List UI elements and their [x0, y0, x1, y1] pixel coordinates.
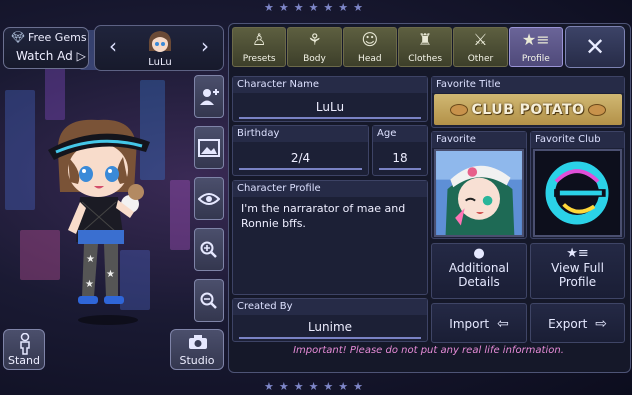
export-button[interactable]: Export ⇨ [530, 303, 625, 343]
shirt-icon: ♜ [417, 30, 433, 49]
jacket-icon: ⚘ [307, 30, 322, 49]
favorite-club-label: Favorite Club [531, 132, 624, 148]
age-input[interactable]: 18 [379, 148, 421, 170]
zoom-out-button[interactable] [194, 279, 224, 322]
character-profile-textarea[interactable]: I'm the narrarator of mae and Ronnie bff… [241, 201, 426, 231]
free-gems-label: Free Gems [27, 31, 87, 44]
character-name-label: Character Name [233, 77, 427, 93]
diamond-icon: 💎︎ [11, 31, 25, 44]
import-label: Import [449, 317, 490, 331]
top-stars-decoration: ★★★★★★★ [263, 1, 369, 14]
privacy-warning: Important! Please do not put any real li… [293, 345, 564, 356]
camera-icon [189, 335, 207, 349]
add-user-icon [200, 88, 219, 105]
stand-label: Stand [8, 354, 40, 367]
sword-cat-icon: ⚔ [473, 30, 488, 49]
tab-profile[interactable]: ★≡ Profile [508, 27, 563, 67]
character-name-input[interactable]: LuLu [239, 97, 421, 119]
age-label: Age [373, 126, 427, 142]
character-name-label: LuLu [148, 57, 172, 68]
star-list-icon: ★≡ [521, 30, 550, 49]
additional-details-button[interactable]: ● Additional Details [431, 243, 527, 299]
close-icon: ✕ [584, 33, 606, 61]
tab-other[interactable]: ⚔ Other [453, 27, 508, 67]
birthday-field: Birthday 2/4 [232, 125, 369, 176]
zoom-in-button[interactable] [194, 228, 224, 271]
additional-details-label: Additional Details [448, 261, 510, 289]
export-icon: ⇨ [595, 316, 607, 332]
tab-clothes-label: Clothes [408, 54, 443, 64]
stand-button[interactable]: Stand [3, 329, 45, 370]
character-head-icon [148, 31, 172, 52]
category-tabs: ♙ Presets ⚘ Body ☺ Head ♜ Clothes ⚔ Othe… [232, 27, 564, 67]
zoom-out-icon [200, 292, 217, 309]
tab-body-label: Body [303, 54, 326, 64]
tab-head[interactable]: ☺ Head [342, 27, 397, 67]
svg-text:★: ★ [86, 254, 95, 265]
background-image-button[interactable] [194, 126, 224, 169]
birthday-input[interactable]: 2/4 [239, 148, 362, 170]
visibility-button[interactable] [194, 177, 224, 220]
apple-icon: ● [473, 246, 485, 261]
view-full-profile-label: View Full Profile [551, 261, 604, 289]
character-profile-field: Character Profile [232, 180, 428, 295]
studio-label: Studio [179, 354, 215, 367]
tab-profile-label: Profile [521, 54, 550, 64]
birthday-label: Birthday [233, 126, 368, 142]
favorite-character-label: Favorite Character [432, 132, 526, 161]
close-button[interactable]: ✕ [565, 26, 625, 68]
add-user-button[interactable] [194, 75, 224, 118]
star-list-icon: ★≡ [566, 246, 589, 261]
person-icon: ♙ [251, 30, 267, 49]
character-profile-label: Character Profile [233, 181, 427, 197]
chevron-left-icon[interactable]: ‹ [109, 34, 117, 58]
view-full-profile-button[interactable]: ★≡ View Full Profile [530, 243, 625, 299]
svg-text:★: ★ [106, 269, 115, 280]
character-preview: ★ ★ ★ [48, 119, 150, 325]
created-by-field: Created By Lunime [232, 298, 428, 342]
potato-icon [588, 103, 607, 116]
eye-icon [198, 192, 220, 205]
stand-person-icon [20, 333, 30, 355]
age-field: Age 18 [372, 125, 428, 176]
import-icon: ⇦ [496, 316, 509, 332]
favorite-title-value: CLUB POTATO [471, 101, 585, 118]
favorite-club-emblem[interactable] [533, 149, 622, 237]
tab-clothes[interactable]: ♜ Clothes [397, 27, 453, 67]
chevron-right-icon[interactable]: › [201, 34, 209, 58]
studio-button[interactable]: Studio [170, 329, 224, 370]
background-image-icon [198, 138, 220, 157]
zoom-in-icon [200, 241, 217, 258]
bottom-stars-decoration: ★★★★★★★ [263, 380, 369, 393]
import-button[interactable]: Import ⇦ [431, 303, 527, 343]
created-by-input[interactable]: Lunime [239, 317, 421, 339]
export-label: Export [548, 317, 588, 331]
favorite-title-banner[interactable]: CLUB POTATO [434, 94, 622, 125]
tab-other-label: Other [467, 54, 494, 64]
tab-presets[interactable]: ♙ Presets [232, 27, 287, 67]
svg-text:★: ★ [85, 279, 94, 290]
character-name-field: Character Name LuLu [232, 76, 428, 122]
potato-icon [449, 103, 468, 116]
watch-ad-label: Watch Ad ▷ [16, 49, 86, 63]
free-gems-button[interactable]: 💎︎ Free Gems Watch Ad ▷ [3, 27, 89, 69]
favorite-character-portrait[interactable] [434, 149, 524, 237]
hair-icon: ☺ [361, 30, 379, 49]
tab-head-label: Head [358, 54, 382, 64]
created-by-label: Created By [233, 299, 427, 315]
tab-body[interactable]: ⚘ Body [287, 27, 342, 67]
tab-presets-label: Presets [242, 54, 276, 64]
character-selector: ‹ › LuLu [94, 25, 224, 71]
favorite-title-label: Favorite Title [432, 77, 624, 93]
